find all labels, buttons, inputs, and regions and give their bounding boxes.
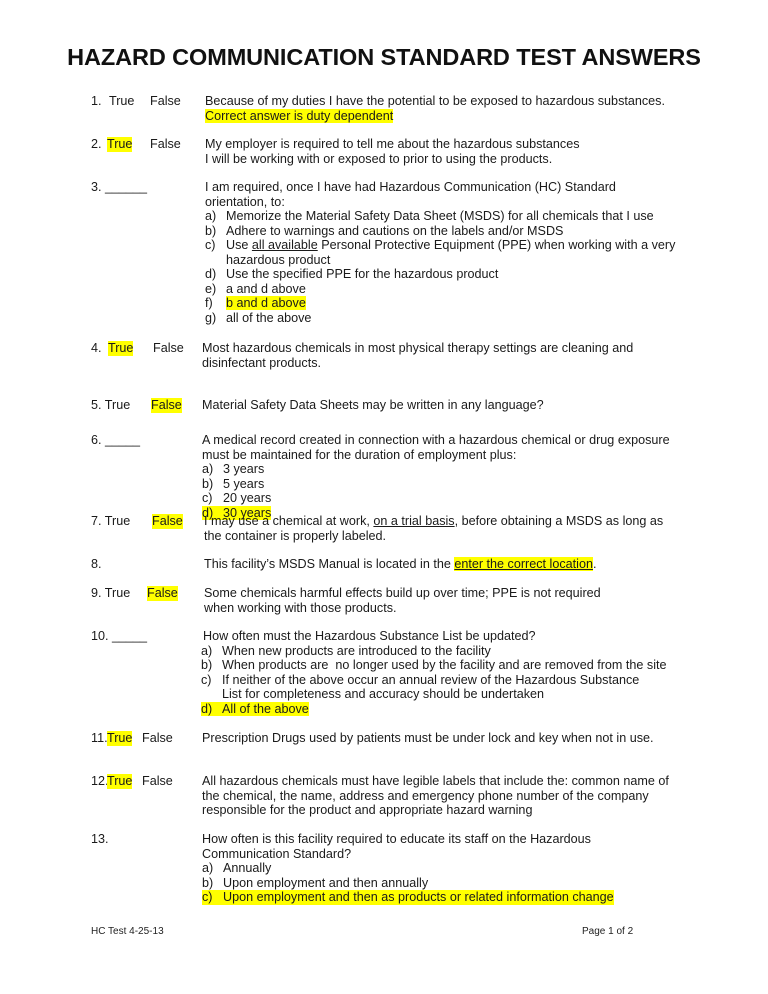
option-d: d) Use the specified PPE for the hazardou… <box>205 267 499 281</box>
false-option: False <box>150 94 181 108</box>
footer-page-number: Page 1 of 2 <box>582 926 634 937</box>
question-number: 8. <box>91 557 102 571</box>
option-f-correct: f) b and d above <box>205 296 306 310</box>
option-b: b) 5 years <box>202 476 265 491</box>
question-number: 5. True <box>91 398 131 412</box>
false-option-selected: False <box>151 398 182 413</box>
question-number: 12. <box>91 774 109 788</box>
question-text-line2: I will be working with or exposed to pri… <box>205 151 553 166</box>
option-c: c) If neither of the above occur an annua… <box>201 672 640 702</box>
false-option-selected: False <box>152 514 183 529</box>
location-blank[interactable]: enter the correct location <box>454 557 593 571</box>
option-a: a) Annually <box>202 861 272 875</box>
question-number: 7. True <box>91 514 131 528</box>
true-option-selected: True <box>107 731 133 746</box>
option-b: b) Upon employment and then annually <box>202 875 429 890</box>
question-text: I am required, once I have had Hazardous… <box>205 180 616 209</box>
question-text-line1: Some chemicals harmful effects build up … <box>204 586 601 600</box>
question-text-line2: when working with those products. <box>204 600 397 615</box>
option-c-correct: c) Upon employment and then as products o… <box>202 890 614 905</box>
false-option: False <box>150 137 181 151</box>
question-text-line1: My employer is required to tell me about… <box>205 137 580 151</box>
question-number: 13. <box>91 832 109 846</box>
true-option: True <box>109 94 135 108</box>
question-number: 2. <box>91 137 102 151</box>
question-text: A medical record created in connection w… <box>202 433 670 462</box>
question-number: 3. ______ <box>91 180 148 194</box>
option-a: a) When new products are introduced to th… <box>201 643 491 658</box>
option-a: a) 3 years <box>202 462 265 476</box>
page-title: HAZARD COMMUNICATION STANDARD TEST ANSWE… <box>67 44 701 70</box>
question-text: I may use a chemical at work, on a trial… <box>204 514 664 543</box>
option-c: c) 20 years <box>202 491 272 505</box>
question-text: How often is this facility required to e… <box>202 832 591 861</box>
option-d-correct: d) All of the above <box>201 701 309 716</box>
question-number: 1. <box>91 94 102 108</box>
question-text: Prescription Drugs used by patients must… <box>202 731 654 745</box>
option-e: e) a and d above <box>205 281 306 296</box>
false-option: False <box>142 731 173 745</box>
question-number: 10. _____ <box>91 629 148 643</box>
question-number: 11. <box>91 731 108 745</box>
false-option: False <box>142 774 173 788</box>
option-b: b) Adhere to warnings and cautions on the… <box>205 223 564 238</box>
option-c: c) Use all available Personal Protective … <box>205 238 676 267</box>
true-option-selected: True <box>107 137 133 152</box>
false-option-selected: False <box>147 586 178 601</box>
option-b: b) When products are no longer used by th… <box>201 658 667 672</box>
question-text: Because of my duties I have the potentia… <box>205 94 665 108</box>
true-option-selected: True <box>108 341 134 356</box>
question-text: All hazardous chemicals must have legibl… <box>202 774 669 817</box>
false-option: False <box>153 341 184 355</box>
question-number: 4. <box>91 341 102 355</box>
options-list: a) Annually b) Upon employment and then an… <box>202 861 682 905</box>
true-option-selected: True <box>107 774 133 789</box>
question-text: Most hazardous chemicals in most physica… <box>202 341 634 370</box>
option-g: g) all of the above <box>205 310 312 325</box>
footer-doc-id: HC Test 4-25-13 <box>91 926 164 937</box>
question-number: 9. True <box>91 586 131 600</box>
option-a: a) Memorize the Material Safety Data Shee… <box>205 209 654 223</box>
options-list: a) Memorize the Material Safety Data Shee… <box>205 209 683 325</box>
question-text: This facility’s MSDS Manual is located i… <box>204 557 597 571</box>
question-number: 6. _____ <box>91 433 141 447</box>
options-list: a) When new products are introduced to th… <box>201 643 683 716</box>
answer-note: Correct answer is duty dependent <box>205 108 394 123</box>
options-list: a) 3 years b) 5 years c) 20 years d) 30 year… <box>202 462 682 520</box>
question-text: Material Safety Data Sheets may be writt… <box>202 398 544 412</box>
question-text: How often must the Hazardous Substance L… <box>203 629 536 643</box>
